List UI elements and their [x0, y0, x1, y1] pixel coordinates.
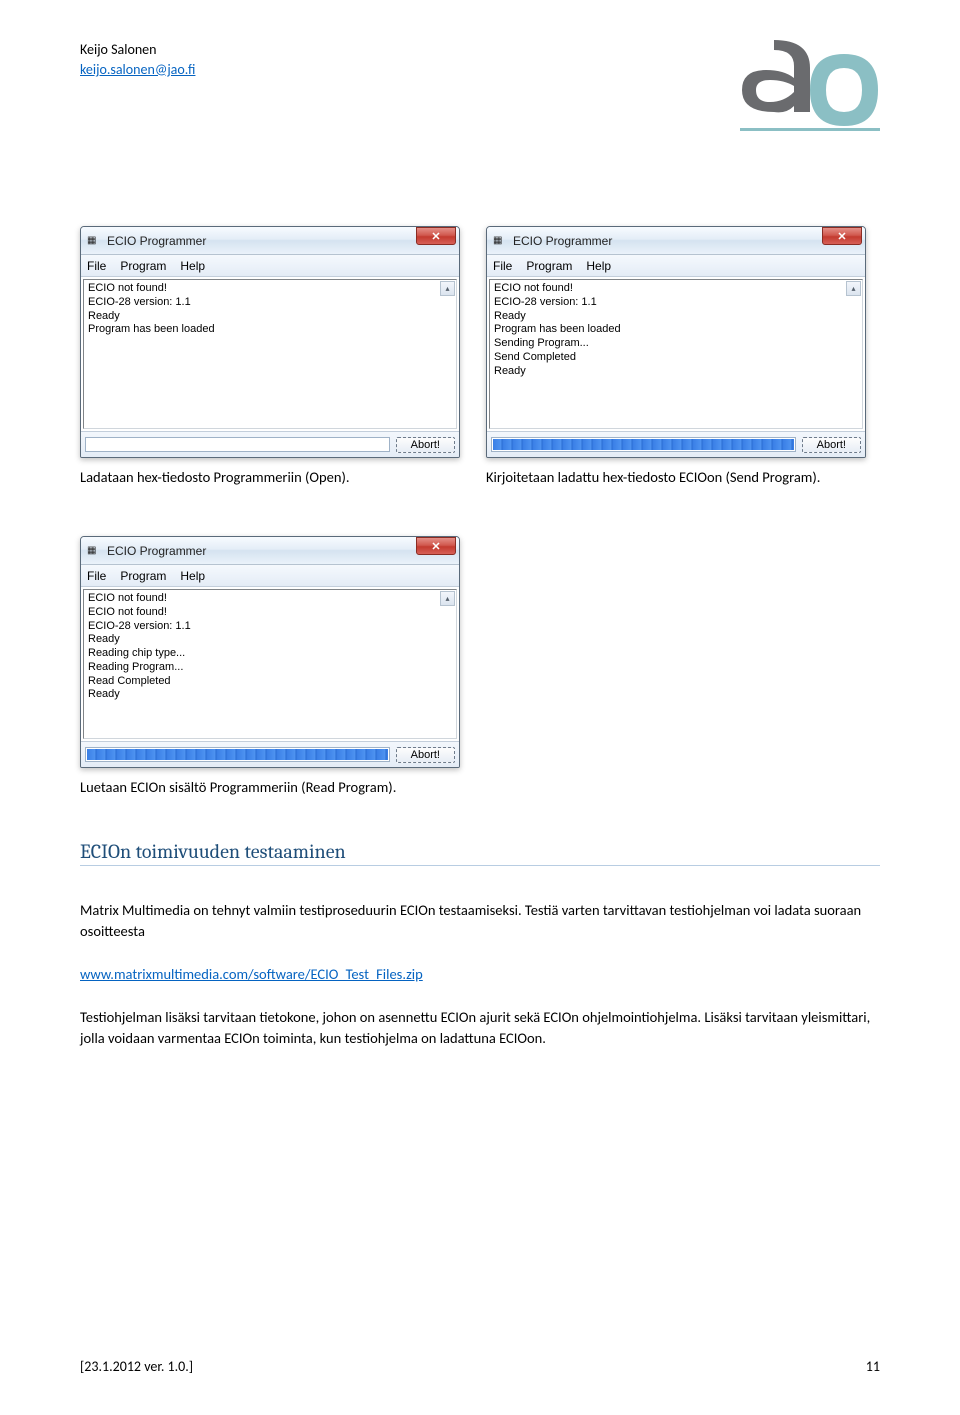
- log-line: Sending Program...: [494, 337, 858, 351]
- log-line: ECIO-28 version: 1.1: [494, 296, 858, 310]
- abort-button[interactable]: Abort!: [396, 747, 455, 763]
- log-line: Ready: [88, 688, 452, 702]
- menu-program[interactable]: Program: [120, 569, 166, 583]
- log-line: Reading chip type...: [88, 647, 452, 661]
- chevron-up-icon: ▴: [851, 284, 855, 293]
- log-line: Read Completed: [88, 675, 452, 689]
- menu-help[interactable]: Help: [586, 259, 611, 273]
- menu-program[interactable]: Program: [120, 259, 166, 273]
- titlebar[interactable]: ▦ ECIO Programmer ✕: [81, 227, 459, 255]
- menubar: File Program Help: [81, 255, 459, 277]
- log-line: Reading Program...: [88, 661, 452, 675]
- page-header: Keijo Salonen keijo.salonen@jao.fi: [80, 40, 880, 136]
- window-app-icon: ▦: [493, 234, 507, 248]
- log-line: ECIO-28 version: 1.1: [88, 296, 452, 310]
- statusbar: Abort!: [487, 431, 865, 457]
- statusbar: Abort!: [81, 741, 459, 767]
- ao-logo: [740, 40, 880, 136]
- log-line: Ready: [494, 310, 858, 324]
- menu-file[interactable]: File: [493, 259, 512, 273]
- scroll-up-button[interactable]: ▴: [440, 591, 455, 606]
- progress-bar: [491, 437, 796, 452]
- log-line: ECIO not found!: [88, 592, 452, 606]
- log-line: ECIO not found!: [494, 282, 858, 296]
- menu-program[interactable]: Program: [526, 259, 572, 273]
- abort-button[interactable]: Abort!: [396, 437, 455, 453]
- abort-button[interactable]: Abort!: [802, 437, 861, 453]
- titlebar[interactable]: ▦ ECIO Programmer ✕: [81, 537, 459, 565]
- ecio-programmer-window-3: ▦ ECIO Programmer ✕ File Program Help ▴ …: [80, 536, 460, 768]
- ecio-programmer-window-1: ▦ ECIO Programmer ✕ File Program Help ▴ …: [80, 226, 460, 458]
- log-line: ECIO not found!: [88, 282, 452, 296]
- menu-help[interactable]: Help: [180, 259, 205, 273]
- close-button[interactable]: ✕: [416, 227, 456, 245]
- log-line: ECIO not found!: [88, 606, 452, 620]
- window-title: ECIO Programmer: [513, 234, 612, 248]
- log-textarea[interactable]: ▴ ECIO not found! ECIO-28 version: 1.1 R…: [83, 279, 457, 429]
- close-icon: ✕: [837, 230, 846, 243]
- close-button[interactable]: ✕: [822, 227, 862, 245]
- caption-open: Ladataan hex-tiedosto Programmeriin (Ope…: [80, 468, 460, 486]
- log-line: Program has been loaded: [494, 323, 858, 337]
- menu-file[interactable]: File: [87, 569, 106, 583]
- caption-read: Luetaan ECIOn sisältö Programmeriin (Rea…: [80, 778, 880, 796]
- log-line: ECIO-28 version: 1.1: [88, 620, 452, 634]
- menubar: File Program Help: [81, 565, 459, 587]
- titlebar[interactable]: ▦ ECIO Programmer ✕: [487, 227, 865, 255]
- window-title: ECIO Programmer: [107, 544, 206, 558]
- paragraph-requirements: Testiohjelman lisäksi tarvitaan tietokon…: [80, 1007, 880, 1049]
- log-line: Ready: [88, 310, 452, 324]
- section-heading: ECIOn toimivuuden testaaminen: [80, 840, 880, 866]
- scroll-up-button[interactable]: ▴: [440, 281, 455, 296]
- log-line: Program has been loaded: [88, 323, 452, 337]
- scroll-up-button[interactable]: ▴: [846, 281, 861, 296]
- chevron-up-icon: ▴: [445, 594, 449, 603]
- ecio-programmer-window-2: ▦ ECIO Programmer ✕ File Program Help ▴ …: [486, 226, 866, 458]
- log-line: Ready: [88, 633, 452, 647]
- download-link[interactable]: www.matrixmultimedia.com/software/ECIO_T…: [80, 965, 423, 983]
- author-name: Keijo Salonen: [80, 40, 195, 60]
- close-icon: ✕: [431, 540, 440, 553]
- window-app-icon: ▦: [87, 234, 101, 248]
- progress-bar: [85, 437, 390, 452]
- menu-help[interactable]: Help: [180, 569, 205, 583]
- author-email-link[interactable]: keijo.salonen@jao.fi: [80, 61, 195, 78]
- footer-page-number: 11: [866, 1358, 880, 1375]
- window-title: ECIO Programmer: [107, 234, 206, 248]
- window-app-icon: ▦: [87, 544, 101, 558]
- footer-version: [23.1.2012 ver. 1.0.]: [80, 1358, 193, 1375]
- log-line: Ready: [494, 365, 858, 379]
- log-textarea[interactable]: ▴ ECIO not found! ECIO-28 version: 1.1 R…: [489, 279, 863, 429]
- close-icon: ✕: [431, 230, 440, 243]
- progress-bar: [85, 747, 390, 762]
- menu-file[interactable]: File: [87, 259, 106, 273]
- menubar: File Program Help: [487, 255, 865, 277]
- chevron-up-icon: ▴: [445, 284, 449, 293]
- caption-send: Kirjoitetaan ladattu hex-tiedosto ECIOon…: [486, 468, 866, 486]
- log-line: Send Completed: [494, 351, 858, 365]
- page-footer: [23.1.2012 ver. 1.0.] 11: [80, 1358, 880, 1375]
- log-textarea[interactable]: ▴ ECIO not found! ECIO not found! ECIO-2…: [83, 589, 457, 739]
- statusbar: Abort!: [81, 431, 459, 457]
- paragraph-intro: Matrix Multimedia on tehnyt valmiin test…: [80, 900, 880, 942]
- close-button[interactable]: ✕: [416, 537, 456, 555]
